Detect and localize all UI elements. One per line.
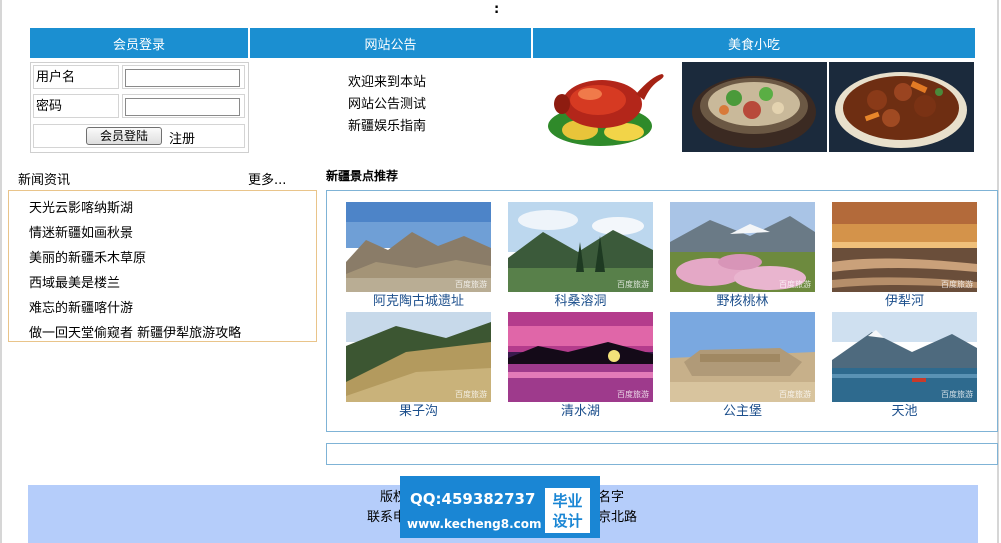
username-row: 用户名: [33, 65, 245, 91]
news-item[interactable]: 情迷新疆如画秋景: [29, 222, 133, 241]
scenic-spot-image[interactable]: 百度旅游: [346, 202, 491, 292]
scenic-spot[interactable]: 百度旅游 伊犁河: [832, 202, 977, 312]
username-cell: [122, 65, 245, 89]
notice-item[interactable]: 新疆娱乐指南: [348, 116, 426, 138]
site-notice-header: 网站公告: [250, 28, 531, 58]
scenic-section-title: 新疆景点推荐: [326, 169, 399, 183]
scenic-spot-name[interactable]: 伊犁河: [832, 292, 977, 312]
news-list: 天光云影喀纳斯湖 情迷新疆如画秋景 美丽的新疆禾木草原 西域最美是楼兰 难忘的新…: [8, 190, 317, 342]
scenic-spot-name[interactable]: 科桑溶洞: [508, 292, 653, 312]
password-cell: [122, 94, 245, 118]
page-left-border: [0, 0, 2, 543]
top-text: :: [494, 2, 500, 17]
news-more-link[interactable]: 更多...: [248, 169, 286, 188]
scenic-spot-image[interactable]: 百度旅游: [508, 312, 653, 402]
scenic-spot-name[interactable]: 阿克陶古城遗址: [346, 292, 491, 312]
empty-panel: [326, 443, 998, 465]
username-label: 用户名: [33, 65, 119, 89]
scenic-spot[interactable]: 百度旅游 清水湖: [508, 312, 653, 422]
login-button[interactable]: 会员登陆: [86, 127, 162, 145]
notice-item[interactable]: 欢迎来到本站: [348, 72, 426, 94]
scenic-spot[interactable]: 百度旅游 野核桃林: [670, 202, 815, 312]
notice-item[interactable]: 网站公告测试: [348, 94, 426, 116]
scenic-spot-name[interactable]: 天池: [832, 402, 977, 422]
scenic-spot-name[interactable]: 清水湖: [508, 402, 653, 422]
noodle-soup-image[interactable]: [682, 62, 827, 152]
photo-watermark: 百度旅游: [941, 280, 973, 289]
login-actions: 会员登陆 注册: [33, 124, 245, 148]
watermark-banner: QQ:459382737 www.kecheng8.com 毕业 设计: [400, 476, 600, 538]
scenic-spot[interactable]: 百度旅游 阿克陶古城遗址: [346, 202, 491, 312]
scenic-spot[interactable]: 百度旅游 果子沟: [346, 312, 491, 422]
scenic-spot-image[interactable]: 百度旅游: [508, 202, 653, 292]
news-item[interactable]: 难忘的新疆喀什游: [29, 297, 133, 316]
member-login-header: 会员登录: [30, 28, 248, 58]
register-link[interactable]: 注册: [169, 128, 195, 147]
news-section-title: 新闻资讯: [18, 173, 71, 188]
scenic-spot-name[interactable]: 果子沟: [346, 402, 491, 422]
scenic-spot[interactable]: 百度旅游 科桑溶洞: [508, 202, 653, 312]
scenic-spot-image[interactable]: 百度旅游: [832, 202, 977, 292]
username-input[interactable]: [125, 69, 240, 87]
watermark-url: www.kecheng8.com: [407, 517, 542, 531]
roast-duck-image[interactable]: [540, 64, 670, 152]
photo-watermark: 百度旅游: [617, 390, 649, 399]
password-input[interactable]: [125, 98, 240, 116]
scenic-spot-name[interactable]: 公主堡: [670, 402, 815, 422]
watermark-badge-top: 毕业: [552, 492, 583, 510]
scenic-spot-image[interactable]: 百度旅游: [346, 312, 491, 402]
footer-copyright-right: 名字: [598, 490, 625, 505]
scenic-spot[interactable]: 百度旅游 公主堡: [670, 312, 815, 422]
notice-list: 欢迎来到本站 网站公告测试 新疆娱乐指南: [348, 72, 426, 138]
photo-watermark: 百度旅游: [779, 390, 811, 399]
news-item[interactable]: 做一回天堂偷窥者 新疆伊犁旅游攻略: [29, 322, 241, 341]
braised-meat-image[interactable]: [829, 62, 974, 152]
photo-watermark: 百度旅游: [779, 280, 811, 289]
news-item[interactable]: 天光云影喀纳斯湖: [29, 197, 133, 216]
news-item[interactable]: 西域最美是楼兰: [29, 272, 120, 291]
scenic-spot-name[interactable]: 野核桃林: [670, 292, 815, 312]
scenic-spot-image[interactable]: 百度旅游: [670, 312, 815, 402]
scenic-spot-image[interactable]: 百度旅游: [670, 202, 815, 292]
photo-watermark: 百度旅游: [941, 390, 973, 399]
scenic-spot[interactable]: 百度旅游 天池: [832, 312, 977, 422]
photo-watermark: 百度旅游: [455, 390, 487, 399]
news-item[interactable]: 美丽的新疆禾木草原: [29, 247, 146, 266]
password-label: 密码: [33, 94, 119, 118]
login-form: 用户名 密码 会员登陆 注册: [30, 62, 249, 153]
scenic-spot-image[interactable]: 百度旅游: [832, 312, 977, 402]
photo-watermark: 百度旅游: [455, 280, 487, 289]
footer-contact-right: 京北路: [598, 510, 638, 525]
watermark-qq: QQ:459382737: [410, 490, 536, 508]
password-row: 密码: [33, 94, 245, 120]
watermark-badge-bottom: 设计: [552, 512, 583, 530]
watermark-badge: 毕业 设计: [545, 488, 590, 533]
food-snacks-header: 美食小吃: [533, 28, 975, 58]
photo-watermark: 百度旅游: [617, 280, 649, 289]
